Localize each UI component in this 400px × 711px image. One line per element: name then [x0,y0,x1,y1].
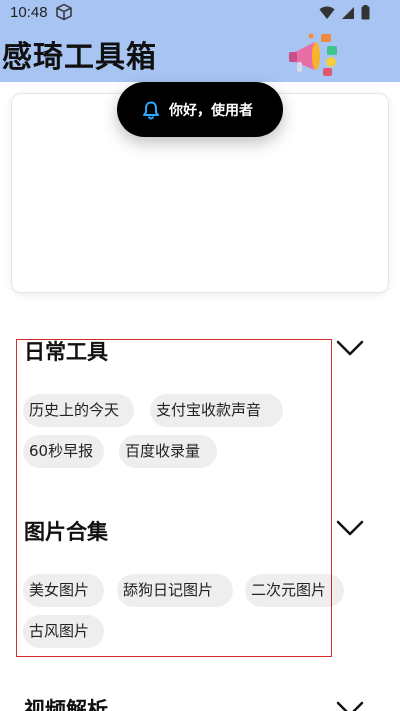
chip-anime-pics[interactable]: 二次元图片 [245,574,344,607]
app-title: 感琦工具箱 [2,40,157,75]
chevron-down-icon[interactable] [336,700,364,711]
section-title-image-collection: 图片合集 [24,520,108,544]
chevron-down-icon[interactable] [336,339,364,357]
status-time: 10:48 [10,4,48,21]
chip-beauty-pics[interactable]: 美女图片 [23,574,104,607]
chip-baidu-index[interactable]: 百度收录量 [119,435,217,468]
chevron-down-icon[interactable] [336,519,364,537]
app-header: 感琦工具箱 [0,26,400,82]
wifi-icon [319,6,335,19]
chip-dog-diary-pics[interactable]: 舔狗日记图片 [117,574,233,607]
signal-icon [342,6,354,19]
section-title-daily-tools: 日常工具 [24,340,108,364]
bell-icon [143,101,159,119]
highlight-box [16,339,332,657]
greeting-toast: 你好，使用者 [117,82,283,137]
megaphone-icon [289,33,337,76]
section-title-video-parse: 视频解析 [24,698,108,711]
chip-history-today[interactable]: 历史上的今天 [23,394,134,427]
chip-ancient-style-pics[interactable]: 古风图片 [23,615,104,648]
cube-icon [56,3,72,21]
battery-icon [361,5,370,20]
chip-60s-news[interactable]: 60秒早报 [23,435,104,468]
toast-message: 你好，使用者 [169,102,253,119]
chip-alipay-sound[interactable]: 支付宝收款声音 [150,394,283,427]
status-bar: 10:48 [0,0,400,26]
